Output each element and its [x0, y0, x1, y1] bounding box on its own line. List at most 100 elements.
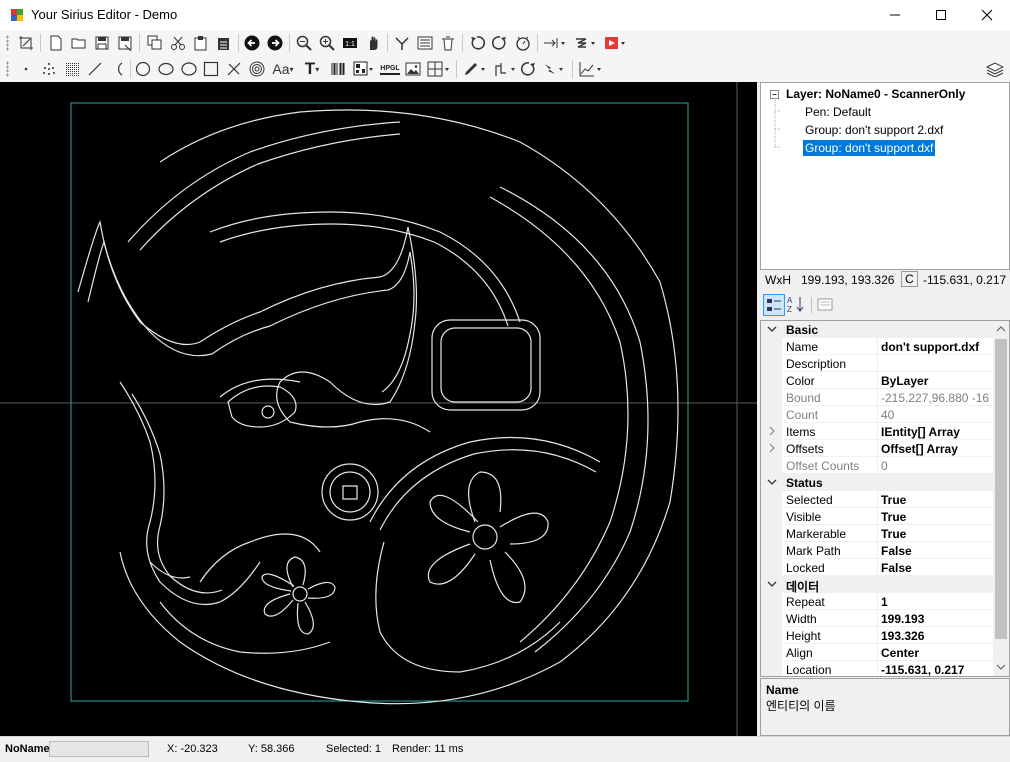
pen-dropdown[interactable]: [462, 59, 488, 79]
hpgl-button[interactable]: HPGL: [380, 59, 400, 79]
property-scrollbar[interactable]: [993, 321, 1009, 676]
chevron-down-icon[interactable]: [767, 477, 777, 487]
property-value[interactable]: True: [881, 510, 906, 524]
property-row[interactable]: Offset Counts 0: [761, 457, 993, 474]
toolbar-grip[interactable]: [6, 61, 9, 77]
property-row[interactable]: Visible True: [761, 508, 993, 525]
arc-button[interactable]: [108, 59, 128, 79]
grid-dropdown[interactable]: [426, 59, 452, 79]
property-row[interactable]: Repeat 1: [761, 593, 993, 610]
point-button[interactable]: [16, 59, 36, 79]
rotate-ccw-button[interactable]: [467, 33, 487, 53]
property-value[interactable]: 40: [881, 408, 894, 422]
property-row[interactable]: Selected True: [761, 491, 993, 508]
property-value[interactable]: Center: [881, 646, 919, 660]
property-row[interactable]: Items IEntity[] Array: [761, 423, 993, 440]
trepan-button[interactable]: [224, 59, 244, 79]
drawing-canvas[interactable]: [0, 82, 757, 736]
scrollbar-thumb[interactable]: [995, 339, 1007, 639]
text-dropdown[interactable]: Aa ▾: [270, 59, 296, 79]
paste-array-button[interactable]: [214, 33, 234, 53]
save-button[interactable]: [92, 33, 112, 53]
chevron-right-icon[interactable]: [767, 426, 777, 436]
property-row[interactable]: Color ByLayer: [761, 372, 993, 389]
paste-button[interactable]: [191, 33, 211, 53]
property-value[interactable]: ByLayer: [881, 374, 928, 388]
zoom-out-button[interactable]: [294, 33, 314, 53]
property-category[interactable]: Basic: [761, 321, 993, 338]
property-row[interactable]: Location -115.631, 0.217: [761, 661, 993, 676]
property-value[interactable]: 0: [881, 459, 888, 473]
spiral-button[interactable]: [247, 59, 267, 79]
property-row[interactable]: Mark Path False: [761, 542, 993, 559]
property-value[interactable]: -215.227,96.880 -16: [881, 391, 989, 405]
laser-dropdown[interactable]: [542, 59, 568, 79]
property-value[interactable]: True: [881, 527, 906, 541]
barcode-button[interactable]: [328, 59, 348, 79]
toolbar-grip[interactable]: [6, 35, 9, 51]
chart-dropdown[interactable]: [578, 59, 604, 79]
tree-node-group1[interactable]: Group: don't support 2.dxf: [805, 123, 943, 137]
alphabetical-button[interactable]: AZ: [786, 294, 806, 314]
cut-button[interactable]: [168, 33, 188, 53]
chevron-down-icon[interactable]: [767, 579, 777, 589]
ellipse-alt-button[interactable]: [179, 59, 199, 79]
crop-button[interactable]: [16, 33, 36, 53]
scroll-down-icon[interactable]: [996, 663, 1006, 671]
property-value[interactable]: True: [881, 493, 906, 507]
image-button[interactable]: [403, 59, 423, 79]
zoom-one-button[interactable]: 1:1: [340, 33, 360, 53]
property-value[interactable]: 193.326: [881, 629, 924, 643]
tree-node-pen[interactable]: Pen: Default: [805, 105, 871, 119]
point-cloud-button[interactable]: [39, 59, 59, 79]
categorized-button[interactable]: [763, 294, 785, 316]
layer-tree[interactable]: Layer: NoName0 - ScannerOnly Pen: Defaul…: [760, 82, 1010, 270]
undo-button[interactable]: [242, 33, 262, 53]
property-value[interactable]: don't support.dxf: [881, 340, 979, 354]
property-row[interactable]: Count 40: [761, 406, 993, 423]
copy-button[interactable]: [145, 33, 165, 53]
property-value[interactable]: False: [881, 561, 912, 575]
open-button[interactable]: [69, 33, 89, 53]
marker-dropdown[interactable]: [492, 59, 518, 79]
rotate-button[interactable]: [519, 59, 539, 79]
property-row[interactable]: Align Center: [761, 644, 993, 661]
chevron-right-icon[interactable]: [767, 443, 777, 453]
redo-button[interactable]: [265, 33, 285, 53]
property-grid[interactable]: Basic Name don't support.dxf Description Col…: [760, 320, 1010, 677]
minimize-button[interactable]: [872, 0, 918, 30]
chevron-down-icon[interactable]: [767, 324, 777, 334]
property-row[interactable]: Bound -215.227,96.880 -16: [761, 389, 993, 406]
property-value[interactable]: -115.631, 0.217: [881, 663, 964, 676]
property-category[interactable]: 데이터: [761, 576, 993, 594]
timer-button[interactable]: [513, 33, 533, 53]
property-row[interactable]: Locked False: [761, 559, 993, 576]
property-row[interactable]: Name don't support.dxf: [761, 338, 993, 355]
zoom-in-button[interactable]: [317, 33, 337, 53]
property-value[interactable]: 199.193: [881, 612, 924, 626]
circle-button[interactable]: [133, 59, 153, 79]
property-row[interactable]: Markerable True: [761, 525, 993, 542]
scroll-up-icon[interactable]: [996, 325, 1006, 333]
laser-run-dropdown[interactable]: [603, 33, 629, 53]
split-dropdown[interactable]: [573, 33, 599, 53]
raster-button[interactable]: [62, 59, 82, 79]
new-button[interactable]: [46, 33, 66, 53]
rotate-cw-button[interactable]: [490, 33, 510, 53]
tree-node-layer[interactable]: Layer: NoName0 - ScannerOnly: [786, 87, 965, 101]
property-value[interactable]: Offset[] Array: [881, 442, 958, 456]
line-button[interactable]: [85, 59, 105, 79]
property-row[interactable]: Description: [761, 355, 993, 372]
maximize-button[interactable]: [918, 0, 964, 30]
ellipse-button[interactable]: [156, 59, 176, 79]
close-button[interactable]: [964, 0, 1010, 30]
property-pages-button[interactable]: [815, 294, 835, 314]
qrcode-dropdown[interactable]: [352, 59, 376, 79]
node-edit-button[interactable]: [392, 33, 412, 53]
bold-text-dropdown[interactable]: T ▾: [300, 59, 324, 79]
tree-node-group2[interactable]: Group: don't support.dxf: [803, 140, 936, 156]
property-value[interactable]: 1: [881, 595, 888, 609]
property-row[interactable]: Offsets Offset[] Array: [761, 440, 993, 457]
property-value[interactable]: False: [881, 544, 912, 558]
property-row[interactable]: Width 199.193: [761, 610, 993, 627]
